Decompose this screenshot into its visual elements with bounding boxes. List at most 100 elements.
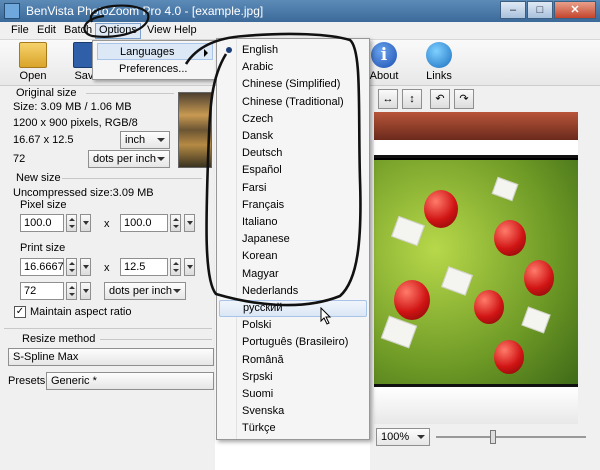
info-icon: i [371,42,397,68]
language-item[interactable]: Chinese (Simplified) [219,76,367,93]
original-pixels-text: 1200 x 900 pixels, RGB/8 [13,117,138,129]
about-label: About [369,70,399,82]
original-unit-select[interactable]: inch [120,131,170,149]
menu-help[interactable]: Help [171,24,200,36]
rotate-right-button[interactable]: ↷ [454,89,474,109]
language-item[interactable]: Srpski [219,369,367,386]
language-item[interactable]: Français [219,197,367,214]
resize-method-select[interactable]: S-Spline Max [8,348,214,366]
language-item[interactable]: Português (Brasileiro) [219,334,367,351]
menu-file[interactable]: File [8,24,32,36]
language-item[interactable]: Czech [219,111,367,128]
pixel-height-input[interactable]: 100.0 [120,214,168,232]
links-button[interactable]: Links [424,42,454,82]
settings-panel: Original size Size: 3.09 MB / 1.06 MB 12… [0,86,215,470]
print-width-unit-dropdown[interactable] [80,258,91,276]
print-height-unit-dropdown[interactable] [184,258,195,276]
open-button[interactable]: Open [18,42,48,82]
language-item[interactable]: Svenska [219,403,367,420]
fit-width-button[interactable]: ↔ [378,89,398,109]
zoom-slider-track[interactable] [436,436,586,438]
language-item[interactable]: Deutsch [219,145,367,162]
menu-item-preferences[interactable]: Preferences... [97,61,213,78]
language-label: Română [242,353,284,366]
language-label: Deutsch [242,147,283,160]
pixel-height-unit-dropdown[interactable] [184,214,195,232]
image-preview[interactable] [374,112,578,424]
original-size-heading: Original size [16,87,77,99]
languages-menu: English Arabic Chinese (Simplified) Chinese… [216,38,370,440]
language-item[interactable]: Nederlands [219,283,367,300]
print-width-input[interactable]: 16.6667 [20,258,64,276]
language-item[interactable]: Farsi [219,180,367,197]
menu-view[interactable]: View [144,24,174,36]
language-item[interactable]: Korean [219,248,367,265]
photo-region [374,112,578,140]
menu-batch[interactable]: Batch [61,24,95,36]
photo-detail [474,290,504,324]
language-label: Magyar [242,267,279,280]
language-item[interactable]: Español [219,162,367,179]
maintain-aspect-checkbox[interactable]: ✓ [14,306,26,318]
maximize-button[interactable]: □ [527,1,553,19]
close-button[interactable]: ✕ [554,1,596,19]
maintain-aspect-label: Maintain aspect ratio [30,306,132,318]
uncompressed-size-text: Uncompressed size:3.09 MB [13,187,154,199]
print-resolution-unit-select[interactable]: dots per inch [104,282,186,300]
print-resolution-input[interactable]: 72 [20,282,64,300]
times-sign: x [104,218,110,230]
options-menu: Languages Preferences... [92,40,218,80]
pixel-width-spinner[interactable] [66,214,77,232]
language-item[interactable]: Türkçe [219,420,367,437]
print-height-input[interactable]: 12.5 [120,258,168,276]
pixel-width-unit-dropdown[interactable] [80,214,91,232]
print-width-spinner[interactable] [66,258,77,276]
pixel-width-input[interactable]: 100.0 [20,214,64,232]
divider [4,328,212,329]
language-item[interactable]: русский [219,300,367,317]
language-label: Srpski [242,370,273,383]
rotate-left-button[interactable]: ↶ [430,89,450,109]
original-resolution-unit-select[interactable]: dots per inch [88,150,170,168]
zoom-select[interactable]: 100% [376,428,430,446]
folder-icon [19,42,47,68]
fit-height-button[interactable]: ↕ [402,89,422,109]
language-label: Farsi [242,181,267,194]
language-label: Korean [242,250,278,263]
photo-detail [524,260,554,296]
presets-label: Presets: [8,375,49,387]
language-item[interactable]: Română [219,352,367,369]
language-label: русский [243,302,283,314]
photo-detail [424,190,458,228]
language-item[interactable]: Italiano [219,214,367,231]
language-label: Italiano [242,216,278,228]
print-height-spinner[interactable] [170,258,181,276]
original-resolution-text: 72 [13,153,26,165]
photo-detail [491,176,519,202]
language-item[interactable]: Polski [219,317,367,334]
language-item[interactable]: Magyar [219,266,367,283]
photo-detail [494,340,524,374]
minimize-button[interactable]: – [500,1,526,19]
language-item[interactable]: Chinese (Traditional) [219,94,367,111]
about-button[interactable]: i About [368,42,400,82]
language-item[interactable]: Japanese [219,231,367,248]
print-resolution-spinner[interactable] [66,282,77,300]
pixel-height-spinner[interactable] [170,214,181,232]
menu-item-label: Languages [120,46,175,58]
language-item[interactable]: Dansk [219,128,367,145]
menu-item-languages[interactable]: Languages [97,43,213,60]
menu-edit[interactable]: Edit [34,24,59,36]
language-item[interactable]: Suomi [219,386,367,403]
photo-detail [521,306,551,334]
menu-options[interactable]: Options [95,23,141,39]
print-size-label: Print size [20,242,66,254]
print-resolution-dropdown[interactable] [80,282,91,300]
new-size-heading: New size [16,172,61,184]
language-item[interactable]: English [219,42,367,59]
language-label: Chinese (Simplified) [242,78,341,91]
presets-select[interactable]: Generic * [46,372,214,390]
language-item[interactable]: Arabic [219,59,367,76]
thumbnail-preview[interactable] [178,92,212,168]
zoom-slider-handle[interactable] [490,430,496,444]
